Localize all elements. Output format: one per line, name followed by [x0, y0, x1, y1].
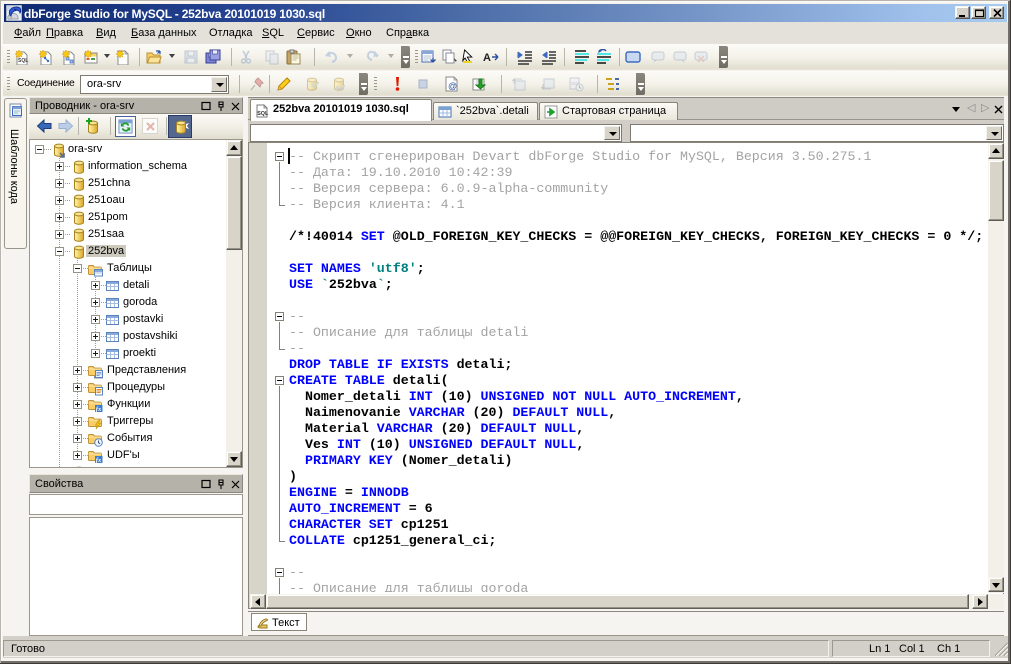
svg-text:fx: fx	[96, 457, 102, 464]
svg-text:SQL: SQL	[257, 111, 269, 117]
svg-text:fx: fx	[96, 406, 102, 413]
svg-text:A: A	[483, 52, 491, 64]
svg-text:SQL: SQL	[18, 58, 28, 64]
svg-text:@: @	[448, 81, 457, 91]
